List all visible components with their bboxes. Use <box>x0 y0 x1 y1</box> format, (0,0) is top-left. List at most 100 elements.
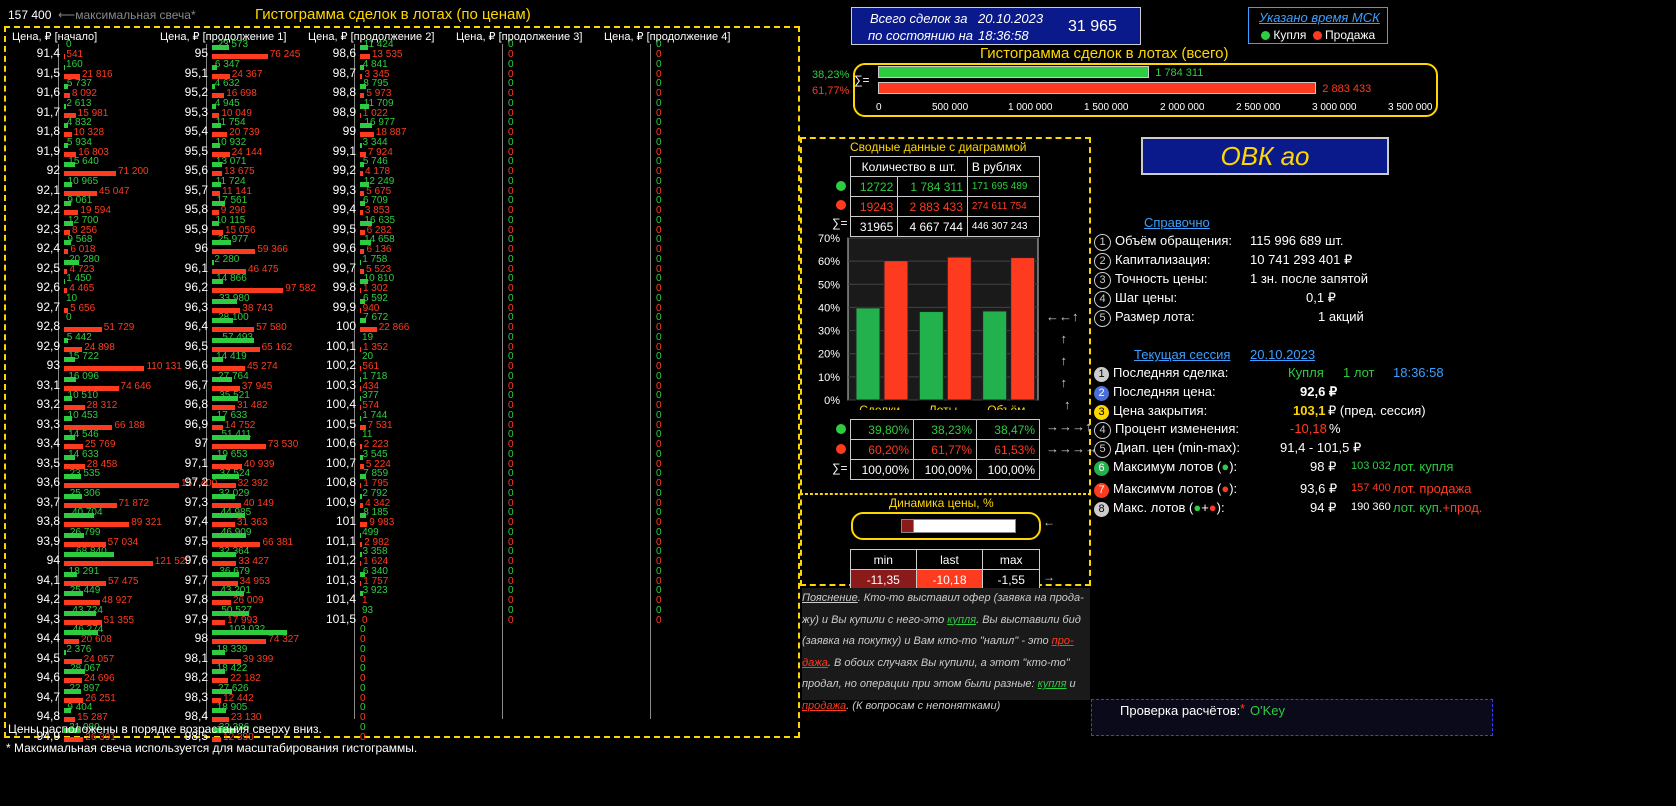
hist-row-empty: 00 <box>656 136 662 158</box>
hist-price: 93,7 <box>36 494 60 509</box>
total-buy-bar <box>878 66 1150 78</box>
hist-price: 91,4 <box>36 46 60 60</box>
buy-dot-icon <box>836 424 846 434</box>
hist-row-empty: 00 <box>508 175 514 197</box>
dynamics-gauge-fill <box>901 519 914 533</box>
hist-price: 95,6 <box>184 163 208 177</box>
hist-row-empty: 00 <box>508 429 514 450</box>
hist-row-empty: 00 <box>508 136 514 158</box>
chart-y-tick: 0% <box>824 395 840 407</box>
hist-row-empty: 00 <box>656 58 662 80</box>
footnote: * Максимальная свеча используется для ма… <box>6 741 418 755</box>
session-row-3: 3 Цена закрытия: <box>1094 403 1207 420</box>
hist-buy-value: 26 799 <box>69 526 101 538</box>
session-date[interactable]: 20.10.2023 <box>1250 347 1315 362</box>
hist-row-empty: 00 <box>508 487 514 509</box>
hist-buy-value: 25 449 <box>69 585 101 596</box>
hist-sell-value: 5 656 <box>70 302 96 314</box>
hist-price: 98,8 <box>332 85 356 99</box>
reference-item: 5 Размер лота: <box>1094 309 1195 327</box>
hist-row-empty: 00 <box>508 585 514 606</box>
hist-sell-value: 57 580 <box>256 322 287 333</box>
hist-price: 91,9 <box>36 143 60 158</box>
hist-sell-value: 66 381 <box>262 536 294 548</box>
hist-buy-value: 57 493 <box>222 331 253 343</box>
reference-value: 10 741 293 401 ₽ <box>1250 252 1353 267</box>
hist-price: 100,5 <box>325 416 356 431</box>
hist-row-empty: 00 <box>656 253 662 275</box>
chart-y-tick: 10% <box>818 372 840 384</box>
chart-bar <box>918 311 944 401</box>
hist-sell-value: 46 475 <box>247 263 279 275</box>
hist-row-empty: 00 <box>656 234 662 255</box>
hist-price: 99,9 <box>332 299 356 314</box>
summary-divider <box>800 493 1091 495</box>
hist-buy-bar <box>64 279 66 284</box>
hist-row-empty: 00 <box>508 409 514 431</box>
hist-row-empty: 00 <box>656 565 662 587</box>
hist-sell-value: 57 475 <box>107 575 139 587</box>
total-deals-box: Всего сделок за 20.10.2023 по состоянию … <box>851 7 1141 45</box>
max-candle-value: 157 400 <box>8 8 52 22</box>
total-hist-tick: 1 500 000 <box>1084 102 1129 113</box>
hist-sell-value: 22 866 <box>378 322 410 333</box>
hist-row-empty: 00 <box>508 78 514 99</box>
hist-price: 92,1 <box>36 182 60 197</box>
hist-sell-value: 74 327 <box>268 634 299 645</box>
reference-value: 0,1 ₽ <box>1306 290 1336 305</box>
hist-row-empty: 00 <box>656 97 662 119</box>
hist-price: 97,6 <box>184 553 208 567</box>
reference-title[interactable]: Справочно <box>1144 215 1210 230</box>
hist-price: 99,6 <box>332 241 356 255</box>
hist-price: 95,2 <box>184 85 208 99</box>
session-row-6: 6 Максимум лотов (●): <box>1094 459 1237 476</box>
hist-row-empty: 00 <box>656 468 662 489</box>
hist-price: 100,6 <box>325 436 356 450</box>
hist-row: 101,4 3 923 1 <box>304 585 452 608</box>
hist-price: 94,1 <box>36 572 60 587</box>
hist-price: 92,6 <box>36 280 60 294</box>
total-hist-tick: 2 000 000 <box>1160 102 1205 113</box>
hist-price: 91,5 <box>36 65 60 80</box>
chart-y-tick: 50% <box>818 279 840 291</box>
hist-price: 95 <box>194 46 208 60</box>
hist-sell-bar <box>360 561 362 566</box>
chart-category-label: Сделки <box>859 403 900 410</box>
session-row-5: 5 Диап. цен (min-max): <box>1094 440 1240 458</box>
check-box: Проверка расчётов: * O'Key <box>1091 699 1493 736</box>
chart-bar <box>1010 257 1036 401</box>
hist-price: 98,4 <box>184 709 208 723</box>
hist-price: 100,2 <box>325 358 356 372</box>
hist-row-empty: 00 <box>656 370 662 392</box>
hist-row-empty: 00 <box>656 585 662 606</box>
hist-row-empty: 00 <box>508 351 514 372</box>
hist-price: 95,8 <box>184 202 208 216</box>
hist-row-empty: 00 <box>656 117 662 138</box>
chart-y-tick: 30% <box>818 326 840 338</box>
hist-buy-value: 25 306 <box>69 487 101 499</box>
hist-buy-value: 10 965 <box>67 175 99 187</box>
hist-row-empty: 00 <box>656 175 662 197</box>
hist-price: 94,5 <box>36 650 60 665</box>
hist-price: 101,4 <box>325 592 356 606</box>
session-title[interactable]: Текущая сессия <box>1134 347 1230 362</box>
hist-price: 100 <box>335 319 356 333</box>
hist-price: 91,7 <box>36 104 60 119</box>
total-deals-value: 31 965 <box>1068 18 1117 35</box>
hist-sell-bar <box>360 112 361 118</box>
hist-row-empty: 00 <box>656 409 662 431</box>
arrow-connectors: ←←↑ ↑ ↑ ↑ ↑ →→→↑ →→→→ <box>1046 309 1098 456</box>
dynamics-title: Динамика цены, % <box>889 496 994 510</box>
hist-row-empty: 00 <box>656 331 662 353</box>
hist-price: 97,7 <box>184 572 208 587</box>
hist-row-empty: 00 <box>508 195 514 216</box>
hist-row-empty: 00 <box>508 117 514 138</box>
hist-price: 96,7 <box>184 377 208 392</box>
max-candle-label: ⟵максимальная свеча* <box>58 8 196 22</box>
session-row-2: 2 Последняя цена: <box>1094 384 1216 401</box>
hist-price: 97,2 <box>184 475 208 489</box>
hist-row-empty: 00 <box>656 351 662 372</box>
hist-buy-value: 46 909 <box>220 526 252 538</box>
hist-price: 97,3 <box>184 494 208 509</box>
hist-sell-bar <box>360 288 361 293</box>
